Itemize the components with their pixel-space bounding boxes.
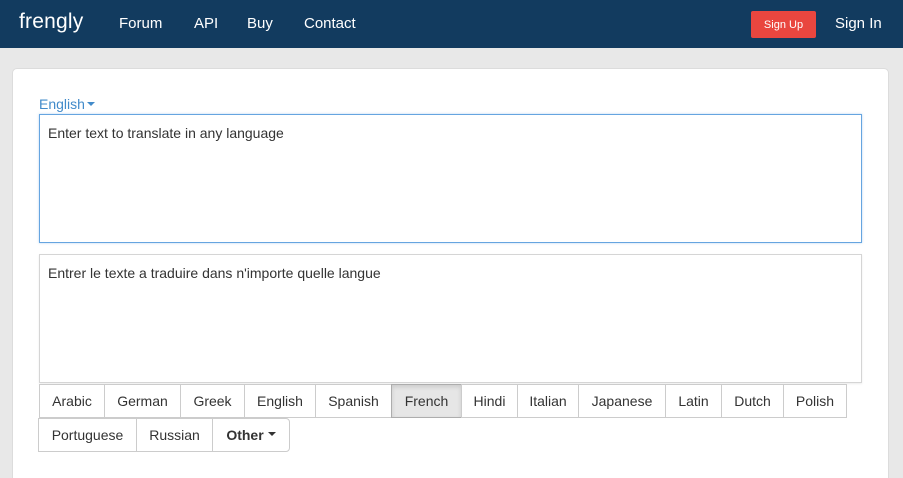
source-language-dropdown[interactable]: English [39,96,95,112]
nav-contact-link[interactable]: Contact [304,15,356,32]
lang-button-japanese[interactable]: Japanese [578,384,666,418]
lang-button-spanish[interactable]: Spanish [315,384,392,418]
sign-in-link[interactable]: Sign In [835,15,882,32]
brand-logo[interactable]: frengly [19,10,83,34]
source-language-label: English [39,96,85,112]
other-languages-label: Other [226,427,264,443]
nav-buy-link[interactable]: Buy [247,15,273,32]
lang-button-russian[interactable]: Russian [136,418,213,452]
lang-button-portuguese[interactable]: Portuguese [38,418,137,452]
lang-button-dutch[interactable]: Dutch [721,384,784,418]
top-navbar: frengly Forum API Buy Contact Sign Up Si… [0,0,903,48]
caret-down-icon [86,102,95,107]
lang-button-polish[interactable]: Polish [783,384,847,418]
lang-button-german[interactable]: German [104,384,181,418]
source-text-input[interactable]: Enter text to translate in any language [39,114,862,243]
lang-button-latin[interactable]: Latin [665,384,722,418]
lang-button-arabic[interactable]: Arabic [39,384,105,418]
lang-button-greek[interactable]: Greek [180,384,245,418]
sign-up-button[interactable]: Sign Up [751,11,816,38]
translation-output: Entrer le texte a traduire dans n'import… [39,254,862,383]
lang-button-hindi[interactable]: Hindi [461,384,518,418]
lang-button-english[interactable]: English [244,384,316,418]
lang-button-italian[interactable]: Italian [517,384,579,418]
nav-api-link[interactable]: API [194,15,218,32]
nav-forum-link[interactable]: Forum [119,15,162,32]
other-languages-dropdown[interactable]: Other [212,418,290,452]
caret-down-icon [267,432,276,436]
lang-button-french[interactable]: French [391,384,462,418]
